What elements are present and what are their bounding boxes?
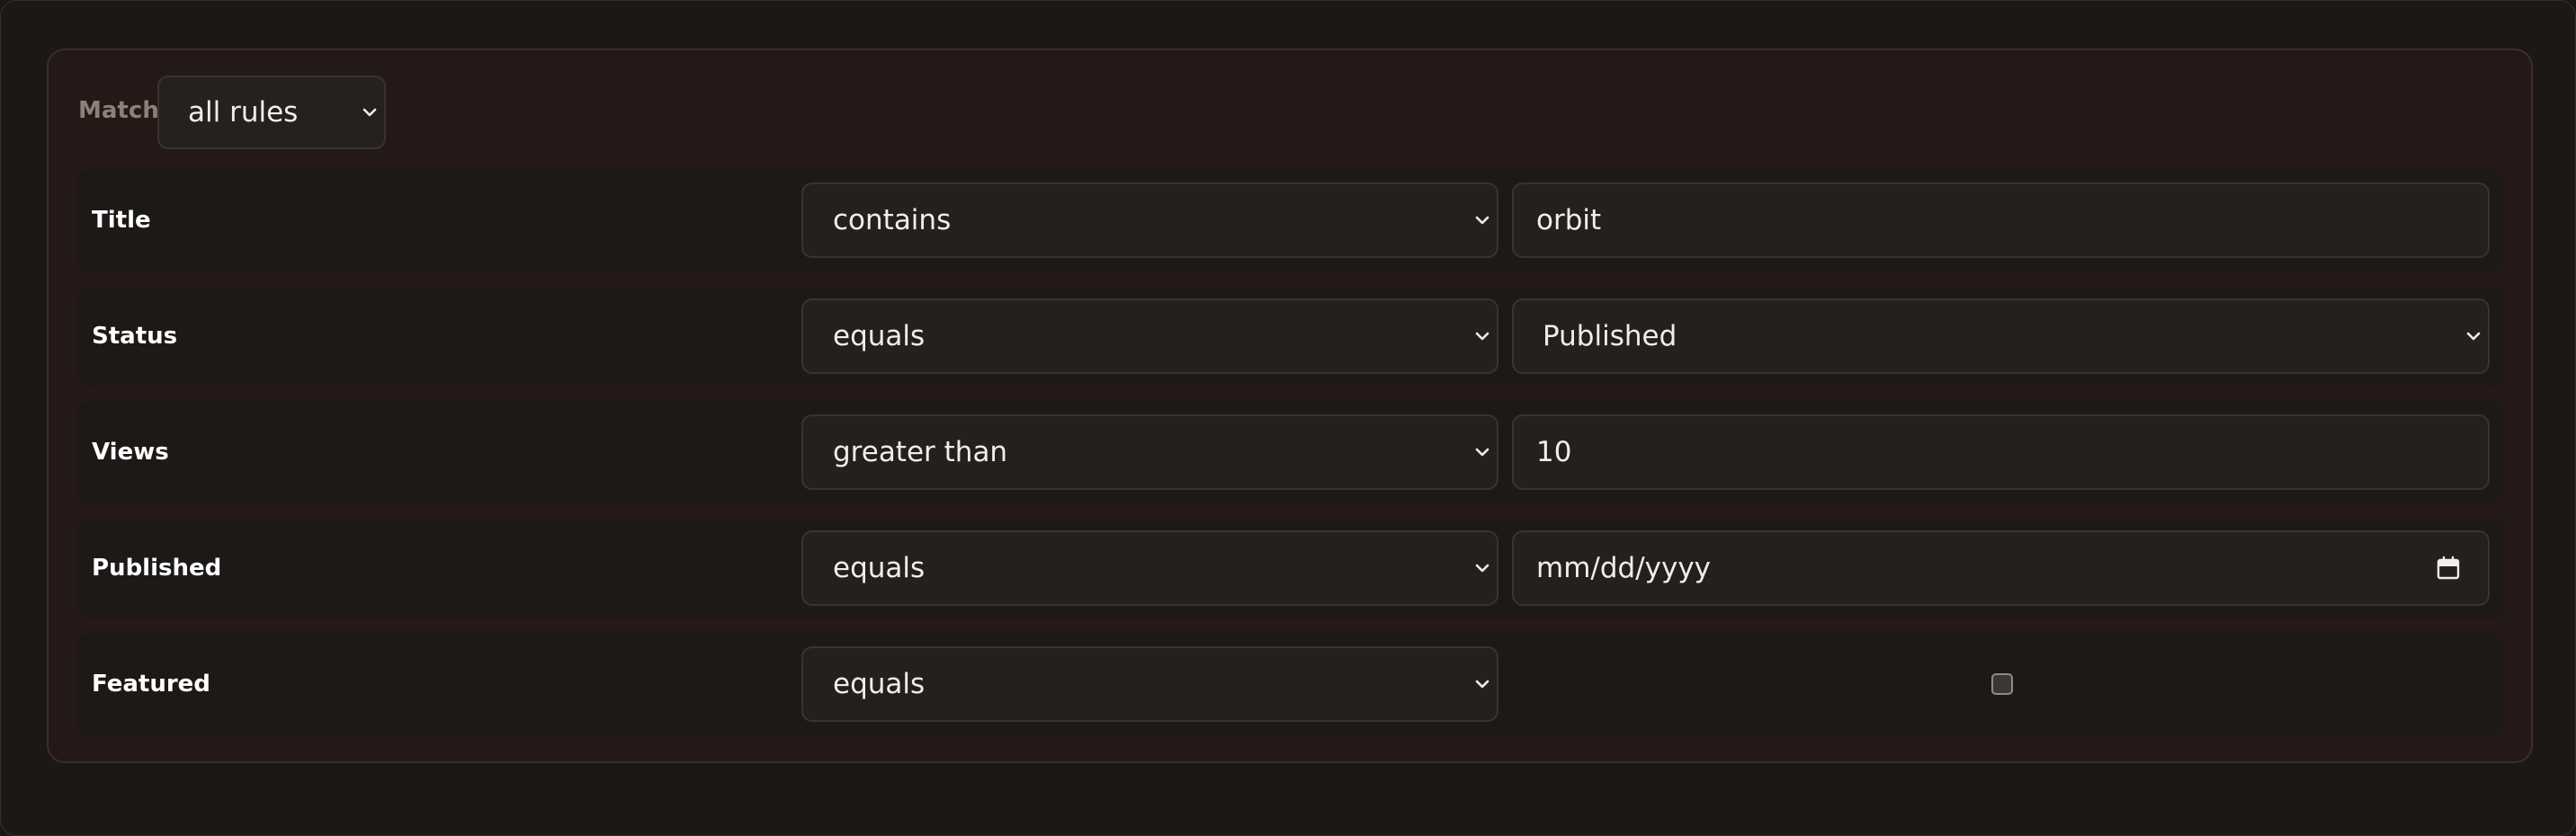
rule-field-label: Status — [92, 323, 178, 350]
value-number-input[interactable]: 10 — [1512, 414, 2490, 490]
operator-select[interactable]: equals — [801, 298, 1498, 374]
operator-value: equals — [833, 668, 926, 700]
operator-select[interactable]: contains — [801, 182, 1498, 258]
value-number: 10 — [1536, 436, 1572, 468]
chevron-down-icon — [1475, 332, 1489, 341]
operator-value: equals — [833, 320, 926, 352]
app-window: Match all rules Title contains orbit Sta… — [0, 0, 2576, 836]
value-date-input[interactable]: mm/dd/yyyy — [1512, 530, 2490, 606]
chevron-down-icon — [362, 108, 377, 117]
operator-value: equals — [833, 552, 926, 584]
operator-value: greater than — [833, 436, 1008, 468]
operator-select[interactable]: greater than — [801, 414, 1498, 490]
rule-row-title: Title contains orbit — [77, 170, 2504, 271]
rule-row-views: Views greater than 10 — [77, 402, 2504, 502]
rule-field-label: Featured — [92, 671, 210, 698]
rule-row-featured: Featured equals — [77, 634, 2504, 734]
rule-row-status: Status equals Published — [77, 286, 2504, 387]
operator-select[interactable]: equals — [801, 530, 1498, 606]
rule-row-published: Published equals mm/dd/yyyy — [77, 518, 2504, 618]
chevron-down-icon — [1475, 216, 1489, 225]
match-mode-value: all rules — [188, 96, 299, 129]
chevron-down-icon — [1475, 448, 1489, 457]
rule-field-label: Published — [92, 555, 222, 582]
chevron-down-icon — [2466, 332, 2481, 341]
chevron-down-icon — [1475, 564, 1489, 573]
value-date-placeholder: mm/dd/yyyy — [1536, 552, 1712, 584]
operator-select[interactable]: equals — [801, 646, 1498, 722]
operator-value: contains — [833, 204, 952, 236]
chevron-down-icon — [1475, 680, 1489, 689]
rules-panel: Match all rules Title contains orbit Sta… — [47, 49, 2533, 763]
value-text-input[interactable]: orbit — [1512, 182, 2490, 258]
rule-field-label: Views — [92, 439, 169, 466]
match-label: Match — [78, 97, 159, 124]
rule-field-label: Title — [92, 207, 151, 234]
value-checkbox[interactable] — [1991, 673, 2013, 695]
value-select-text: Published — [1543, 320, 1677, 352]
calendar-icon[interactable] — [2436, 556, 2461, 581]
value-select[interactable]: Published — [1512, 298, 2490, 374]
match-mode-select[interactable]: all rules — [157, 76, 386, 149]
value-text: orbit — [1536, 204, 1602, 236]
